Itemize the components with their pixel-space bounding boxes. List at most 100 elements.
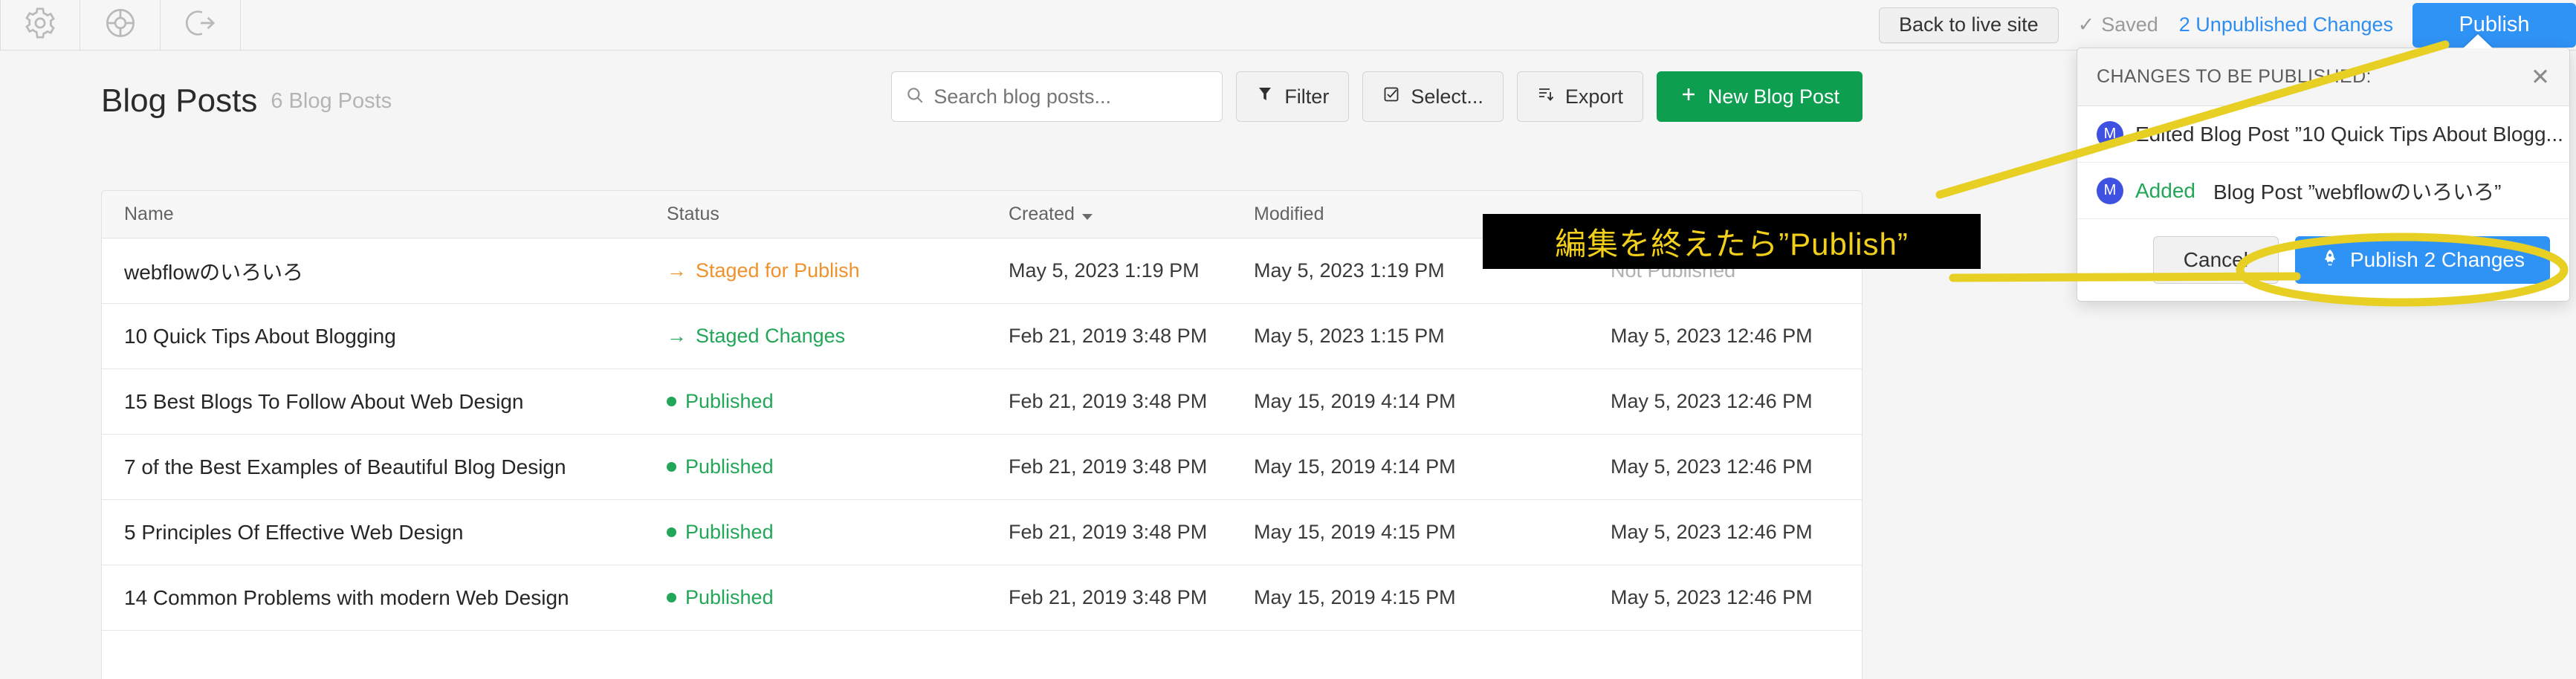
lifebuoy-icon <box>103 6 137 44</box>
cell-published: May 5, 2023 12:46 PM <box>1611 455 1848 478</box>
column-header-created[interactable]: Created <box>1009 204 1254 225</box>
dropdown-change-list: M Edited Blog Post ”10 Quick Tips About B… <box>2077 106 2569 219</box>
cell-modified: May 15, 2019 4:15 PM <box>1254 586 1611 609</box>
top-bar: Back to live site ✓ Saved 2 Unpublished … <box>0 0 2576 51</box>
status-dot-icon <box>667 462 676 472</box>
settings-button[interactable] <box>0 0 80 50</box>
table-row[interactable]: 5 Principles Of Effective Web DesignPubl… <box>102 500 1862 565</box>
status-label: Staged Changes <box>696 325 845 348</box>
page-title: Blog Posts <box>101 82 257 120</box>
avatar: M <box>2097 121 2123 148</box>
status-badge: Published <box>667 586 1009 609</box>
cell-published: May 5, 2023 12:46 PM <box>1611 390 1848 413</box>
cell-modified: May 15, 2019 4:14 PM <box>1254 390 1611 413</box>
status-label: Published <box>685 455 774 478</box>
select-button[interactable]: Select... <box>1362 71 1504 122</box>
status-badge: → Staged Changes <box>667 325 1009 348</box>
status-label: Published <box>685 390 774 413</box>
status-label: Published <box>685 521 774 544</box>
cell-created: Feb 21, 2019 3:48 PM <box>1009 586 1254 609</box>
arrow-right-icon: → <box>667 325 687 348</box>
funnel-icon <box>1256 85 1274 108</box>
publish-2-changes-button[interactable]: Publish 2 Changes <box>2295 236 2550 284</box>
cell-status: Published <box>667 521 1009 544</box>
help-button[interactable] <box>80 0 161 50</box>
avatar: M <box>2097 178 2123 204</box>
check-icon: ✓ <box>2078 13 2095 36</box>
publish-button[interactable]: Publish <box>2412 3 2576 48</box>
cell-status: → Staged for Publish <box>667 259 1009 282</box>
column-header-created-label: Created <box>1009 204 1075 224</box>
cell-created: May 5, 2023 1:19 PM <box>1009 259 1254 282</box>
dropdown-actions: Cancel Publish 2 Changes <box>2077 219 2569 301</box>
change-description: Blog Post ”webflowのいろいろ” <box>2213 176 2501 206</box>
cell-name: webflowのいろいろ <box>102 256 667 286</box>
dropdown-caret <box>2463 34 2493 48</box>
cell-name: 14 Common Problems with modern Web Desig… <box>102 586 667 610</box>
logout-button[interactable] <box>161 0 241 50</box>
saved-status: ✓ Saved <box>2078 13 2158 36</box>
table-row[interactable]: 10 Quick Tips About Blogging→ Staged Chan… <box>102 304 1862 369</box>
dropdown-header: CHANGES TO BE PUBLISHED: ✕ <box>2077 48 2569 106</box>
export-icon <box>1537 85 1555 108</box>
new-blog-post-button[interactable]: New Blog Post <box>1657 71 1863 122</box>
select-label: Select... <box>1411 85 1483 108</box>
filter-label: Filter <box>1284 85 1329 108</box>
cancel-button[interactable]: Cancel <box>2153 236 2279 284</box>
table-row[interactable]: 14 Common Problems with modern Web Desig… <box>102 565 1862 631</box>
status-label: Staged for Publish <box>696 259 860 282</box>
table-row[interactable]: 15 Best Blogs To Follow About Web Design… <box>102 369 1862 435</box>
cell-created: Feb 21, 2019 3:48 PM <box>1009 521 1254 544</box>
cell-status: Published <box>667 390 1009 413</box>
search-input[interactable] <box>933 85 1208 108</box>
unpublished-changes-link[interactable]: 2 Unpublished Changes <box>2179 13 2393 36</box>
change-type-label: Added <box>2135 179 2195 203</box>
cell-published: May 5, 2023 12:46 PM <box>1611 521 1848 544</box>
cancel-label: Cancel <box>2184 248 2248 272</box>
arrow-right-icon: → <box>667 259 687 282</box>
cell-modified: May 5, 2023 1:15 PM <box>1254 325 1611 348</box>
cell-created: Feb 21, 2019 3:48 PM <box>1009 455 1254 478</box>
status-badge: Published <box>667 455 1009 478</box>
checkbox-icon <box>1382 85 1400 108</box>
page-item-count: 6 Blog Posts <box>271 89 392 114</box>
top-bar-spacer <box>241 0 1879 50</box>
annotation-caption: 編集を終えたら”Publish” <box>1483 214 1981 269</box>
cell-name: 10 Quick Tips About Blogging <box>102 325 667 348</box>
saved-label: Saved <box>2101 13 2158 36</box>
cell-status: Published <box>667 455 1009 478</box>
sort-descending-icon <box>1082 214 1093 220</box>
status-dot-icon <box>667 527 676 537</box>
back-to-live-site-button[interactable]: Back to live site <box>1879 7 2059 43</box>
publish-2-changes-label: Publish 2 Changes <box>2350 248 2525 272</box>
status-label: Published <box>685 586 774 609</box>
table-row[interactable]: 7 of the Best Examples of Beautiful Blog… <box>102 435 1862 500</box>
dropdown-change-item[interactable]: M Edited Blog Post ”10 Quick Tips About B… <box>2077 106 2569 163</box>
export-button[interactable]: Export <box>1517 71 1643 122</box>
search-icon <box>905 85 925 108</box>
cell-status: → Staged Changes <box>667 325 1009 348</box>
close-icon[interactable]: ✕ <box>2531 65 2550 88</box>
status-badge: → Staged for Publish <box>667 259 1009 282</box>
rocket-icon <box>2320 248 2340 273</box>
export-label: Export <box>1565 85 1623 108</box>
dropdown-change-item[interactable]: M Added Blog Post ”webflowのいろいろ” <box>2077 163 2569 219</box>
cell-modified: May 15, 2019 4:14 PM <box>1254 455 1611 478</box>
gear-icon <box>23 6 57 44</box>
plus-icon <box>1680 85 1698 108</box>
app-root: Back to live site ✓ Saved 2 Unpublished … <box>0 0 2576 679</box>
change-description: Edited Blog Post ”10 Quick Tips About Bl… <box>2135 123 2563 146</box>
status-badge: Published <box>667 521 1009 544</box>
search-box[interactable] <box>891 71 1223 122</box>
new-blog-post-label: New Blog Post <box>1708 85 1839 108</box>
cell-name: 7 of the Best Examples of Beautiful Blog… <box>102 455 667 479</box>
cell-published: May 5, 2023 12:46 PM <box>1611 325 1848 348</box>
column-header-status[interactable]: Status <box>667 204 1009 225</box>
publish-dropdown: CHANGES TO BE PUBLISHED: ✕ M Edited Blog … <box>2077 48 2570 302</box>
annotation-caption-text: 編集を終えたら”Publish” <box>1555 219 1909 264</box>
cell-created: Feb 21, 2019 3:48 PM <box>1009 390 1254 413</box>
status-dot-icon <box>667 397 676 406</box>
status-badge: Published <box>667 390 1009 413</box>
filter-button[interactable]: Filter <box>1236 71 1349 122</box>
column-header-name[interactable]: Name <box>102 204 667 225</box>
